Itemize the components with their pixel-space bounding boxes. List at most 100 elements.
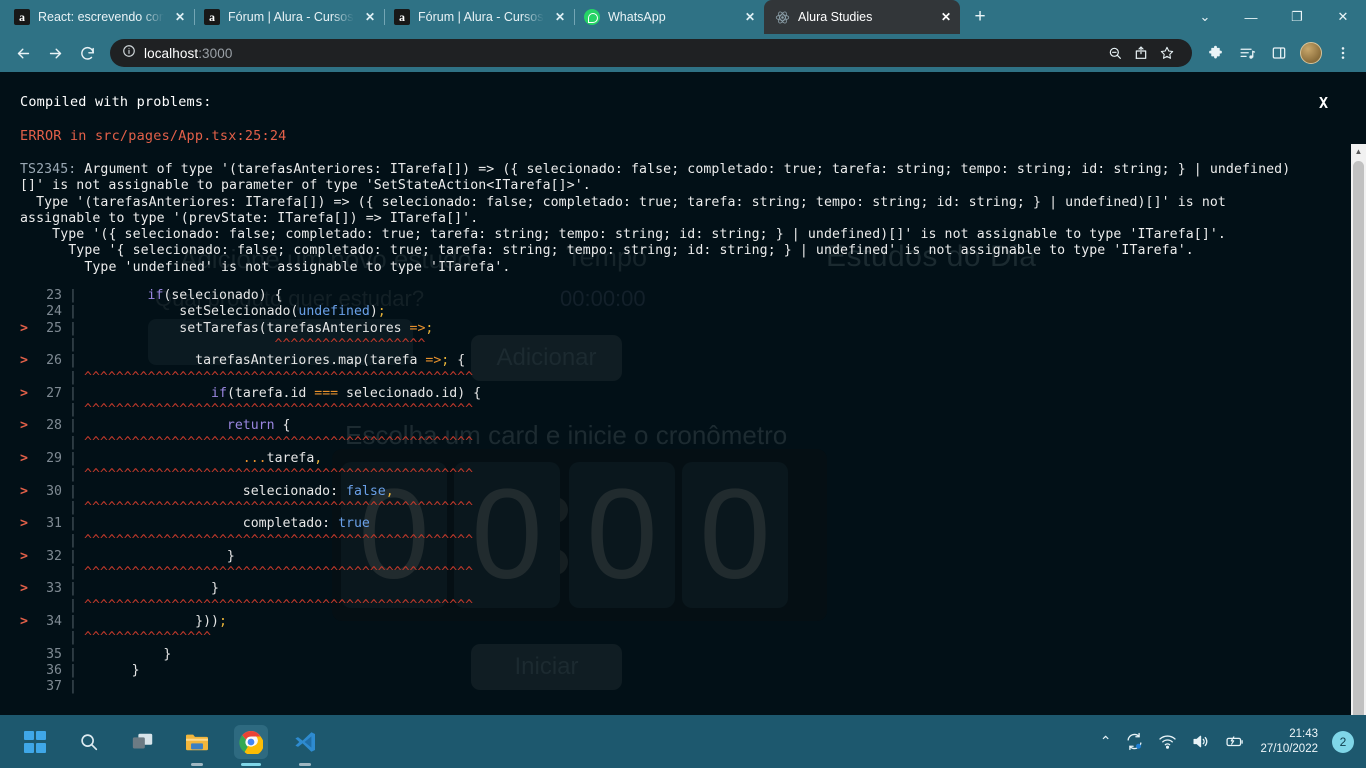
alura-favicon-icon: a	[14, 9, 30, 25]
browser-tab-active[interactable]: Alura Studies ✕	[764, 0, 960, 34]
tab-close-icon[interactable]: ✕	[362, 9, 378, 25]
line-code: }	[84, 662, 140, 678]
file-explorer-button[interactable]	[180, 725, 214, 766]
forward-icon[interactable]	[40, 38, 70, 68]
line-code: }));	[84, 614, 227, 630]
bookmark-star-icon[interactable]	[1154, 40, 1180, 66]
tab-close-icon[interactable]: ✕	[938, 9, 954, 25]
taskbar-clock[interactable]: 21:43 27/10/2022	[1260, 727, 1318, 757]
tab-title: Fórum | Alura - Cursos online	[228, 10, 354, 24]
windows-taskbar: ⌃ 21:43 27/10/2022 2	[0, 715, 1366, 768]
code-frame-line: 37 |	[20, 679, 1346, 695]
line-number: 28	[46, 418, 62, 434]
code-frame-squiggle: | ^^^^^^^^^^^^^^^^^^^^^^^^^^^^^^^^^^^^^^^…	[20, 402, 1346, 418]
squiggle-underline: ^^^^^^^^^^^^^^^^^^^^^^^^^^^^^^^^^^^^^^^^…	[84, 597, 474, 613]
new-tab-button[interactable]: +	[966, 3, 994, 31]
url-text: localhost:3000	[144, 46, 232, 61]
profile-avatar[interactable]	[1300, 42, 1322, 64]
gutter-bar: |	[69, 288, 77, 304]
scroll-up-arrow-icon[interactable]: ▲	[1351, 144, 1366, 159]
media-playlist-icon[interactable]	[1232, 38, 1262, 68]
maximize-icon[interactable]: ❐	[1274, 0, 1320, 34]
code-frame-squiggle: | ^^^^^^^^^^^^^^^^^^^^^^^^^^^^^^^^^^^^^^^…	[20, 467, 1346, 483]
code-frame-line: >25 | setTarefas(tarefasAnteriores =>;	[20, 321, 1346, 337]
zoom-out-icon[interactable]	[1102, 40, 1128, 66]
notification-badge[interactable]: 2	[1332, 730, 1354, 753]
code-frame-line: 36 | }	[20, 663, 1346, 679]
task-view-icon	[132, 733, 153, 748]
code-frame: 23 | if(selecionado) {24 | setSelecionado(…	[20, 288, 1346, 695]
gutter-bar: |	[69, 532, 77, 548]
line-code: return {	[226, 418, 291, 434]
line-number: 30	[46, 483, 62, 499]
tab-close-icon[interactable]: ✕	[172, 9, 188, 25]
react-favicon-icon	[774, 9, 790, 25]
error-marker-icon: >	[20, 581, 28, 597]
tab-title: WhatsApp	[608, 10, 666, 24]
gutter-bar: |	[69, 565, 77, 581]
minimize-icon[interactable]: —	[1228, 0, 1274, 34]
scrollbar-thumb[interactable]	[1353, 161, 1364, 715]
code-frame-line: >29 | ...tarefa,	[20, 451, 1346, 467]
search-button[interactable]	[72, 725, 106, 759]
gutter-bar: |	[69, 385, 77, 401]
battery-charging-icon[interactable]	[1224, 732, 1246, 751]
close-window-icon[interactable]: ✕	[1320, 0, 1366, 34]
chrome-button[interactable]	[234, 724, 268, 766]
volume-icon[interactable]	[1191, 732, 1210, 751]
start-button[interactable]	[18, 725, 52, 759]
page-scrollbar[interactable]: ▲ ▼	[1351, 144, 1366, 715]
wifi-icon[interactable]	[1158, 732, 1177, 751]
browser-tab[interactable]: a Fórum | Alura - Cursos online ✕	[384, 0, 575, 34]
line-number: 23	[46, 288, 62, 304]
omnibox-actions	[1102, 40, 1180, 66]
active-indicator	[241, 762, 261, 766]
code-frame-line: >32 | }	[20, 549, 1346, 565]
gutter-bar: |	[69, 353, 77, 369]
squiggle-underline: ^^^^^^^^^^^^^^^^	[84, 630, 212, 646]
code-frame-line: 24 | setSelecionado(undefined);	[20, 304, 1346, 320]
tray-chevron-up-icon[interactable]: ⌃	[1100, 733, 1112, 750]
site-info-icon[interactable]	[122, 44, 136, 63]
code-frame-line: 35 | }	[20, 647, 1346, 663]
running-indicator	[191, 762, 203, 766]
line-code: completado: true	[84, 516, 370, 532]
squiggle-underline: ^^^^^^^^^^^^^^^^^^^^^^^^^^^^^^^^^^^^^^^^…	[84, 369, 474, 385]
vscode-button[interactable]	[288, 725, 322, 766]
tab-close-icon[interactable]: ✕	[552, 9, 568, 25]
search-tabs-icon[interactable]: ⌄	[1182, 0, 1228, 34]
side-panel-icon[interactable]	[1264, 38, 1294, 68]
gutter-bar: |	[69, 679, 77, 695]
sync-icon[interactable]	[1125, 732, 1144, 751]
whatsapp-favicon-icon	[584, 9, 600, 25]
line-number: 29	[46, 451, 62, 467]
code-frame-squiggle: | ^^^^^^^^^^^^^^^^^^^^^^^^^^^^^^^^^^^^^^^…	[20, 500, 1346, 516]
share-icon[interactable]	[1128, 40, 1154, 66]
code-frame-line: >34 | }));	[20, 614, 1346, 630]
chrome-icon	[239, 730, 263, 754]
extensions-puzzle-icon[interactable]	[1200, 38, 1230, 68]
gutter-bar: |	[69, 662, 77, 678]
browser-tab[interactable]: a Fórum | Alura - Cursos online ✕	[194, 0, 385, 34]
reload-icon[interactable]	[72, 38, 102, 68]
gutter-bar: |	[69, 597, 77, 613]
browser-tab[interactable]: a React: escrevendo com Types ✕	[4, 0, 195, 34]
page-viewport: Adicione um novo estudo Tempo Estudos do…	[0, 72, 1366, 715]
browser-tab[interactable]: WhatsApp ✕	[574, 0, 765, 34]
overlay-close-button[interactable]: X	[1319, 94, 1328, 112]
line-code: setSelecionado(undefined);	[84, 304, 386, 320]
compile-error-overlay: X Compiled with problems: ERROR in src/p…	[0, 72, 1366, 715]
error-marker-icon: >	[20, 320, 28, 336]
back-icon[interactable]	[8, 38, 38, 68]
code-frame-line: >33 | }	[20, 581, 1346, 597]
task-view-button[interactable]	[126, 725, 160, 759]
line-code: tarefasAnteriores.map(tarefa =>; {	[84, 353, 466, 369]
url-port: :3000	[198, 45, 233, 61]
tab-close-icon[interactable]: ✕	[742, 9, 758, 25]
address-bar[interactable]: localhost:3000	[110, 39, 1192, 67]
line-number: 37	[46, 679, 62, 695]
squiggle-underline: ^^^^^^^^^^^^^^^^^^^^^^^^^^^^^^^^^^^^^^^^…	[84, 532, 474, 548]
url-host: localhost	[144, 45, 199, 61]
chrome-menu-icon[interactable]	[1328, 38, 1358, 68]
code-frame-squiggle: | ^^^^^^^^^^^^^^^^^^^^^^^^^^^^^^^^^^^^^^^…	[20, 370, 1346, 386]
